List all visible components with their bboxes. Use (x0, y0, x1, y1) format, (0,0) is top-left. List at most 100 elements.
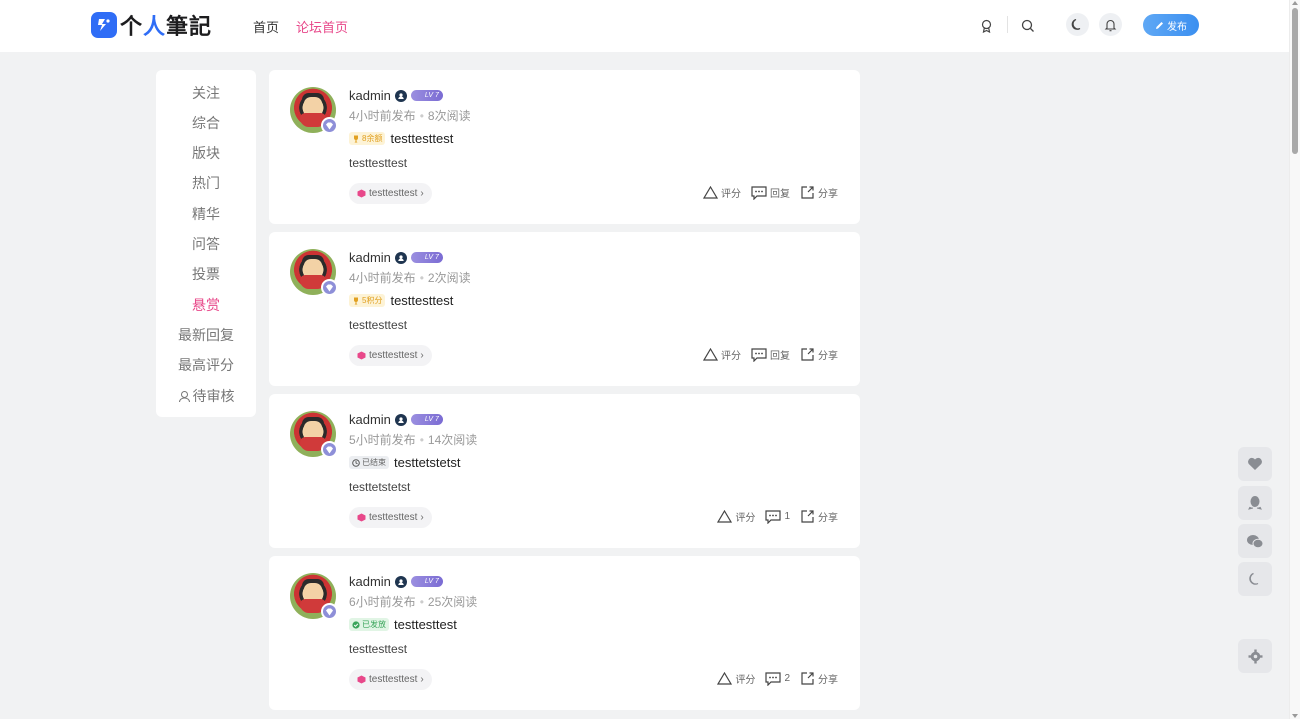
scroll-thumb[interactable] (1292, 8, 1298, 154)
sidebar-item-vote[interactable]: 投票 (156, 264, 256, 284)
publish-button[interactable]: 发布 (1143, 14, 1199, 36)
rate-button[interactable]: 评分 (717, 671, 755, 686)
post-title[interactable]: testtesttest (390, 293, 453, 308)
avatar[interactable] (290, 87, 338, 134)
triangle-icon (717, 672, 733, 685)
post-meta: 5小时前发布 • 14次阅读 (349, 433, 478, 447)
dark-mode-float-button[interactable] (1238, 562, 1272, 596)
wechat-float-button[interactable] (1238, 524, 1272, 558)
verified-user-icon (394, 575, 407, 588)
user-icon (178, 390, 190, 402)
cube-icon (357, 189, 366, 198)
page-scrollbar[interactable] (1289, 0, 1300, 719)
avatar[interactable] (290, 411, 338, 458)
cube-icon (357, 351, 366, 360)
sidebar-item-latest-reply[interactable]: 最新回复 (156, 325, 256, 345)
verified-user-icon (394, 251, 407, 264)
post-actions: 评分 1 分享 (717, 509, 838, 524)
post-card[interactable]: kadmin LV 7 6小时前发布 • 25次阅读 已发放 testtesttes… (269, 556, 860, 710)
reply-button[interactable]: 回复 (751, 185, 790, 200)
author-name[interactable]: kadmin (349, 574, 391, 589)
reply-button[interactable]: 回复 (751, 347, 790, 362)
gem-badge-icon (321, 279, 338, 296)
post-actions: 评分 回复 分享 (703, 185, 838, 200)
post-title[interactable]: testtesttest (390, 131, 453, 146)
level-badge: LV 7 (410, 252, 443, 263)
main-nav: 首页 论坛首页 (253, 17, 348, 36)
top-header: 个人筆記 首页 论坛首页 发布 (0, 0, 1289, 52)
share-button[interactable]: 分享 (800, 509, 838, 524)
sidebar-item-featured[interactable]: 精华 (156, 204, 256, 224)
pencil-icon (1156, 21, 1163, 29)
topic-chip[interactable]: testtesttest › (349, 345, 432, 366)
clock-icon (352, 458, 360, 467)
badge-icon[interactable] (975, 15, 997, 37)
cube-icon (357, 513, 366, 522)
search-icon[interactable] (1017, 15, 1039, 37)
settings-float-button[interactable] (1238, 639, 1272, 673)
sidebar-item-top-rated[interactable]: 最高评分 (156, 355, 256, 375)
share-button[interactable]: 分享 (800, 185, 838, 200)
bounty-tag: 5积分 (349, 294, 386, 307)
publish-label: 发布 (1167, 21, 1187, 33)
trophy-icon (354, 297, 358, 304)
reply-button[interactable]: 2 (765, 671, 790, 686)
bell-icon[interactable] (1099, 13, 1122, 36)
nav-forum-home[interactable]: 论坛首页 (296, 17, 348, 36)
gem-badge-icon (321, 441, 338, 458)
sidebar-item-sections[interactable]: 版块 (156, 143, 256, 163)
author-name[interactable]: kadmin (349, 88, 391, 103)
status-tag: 已结束 (349, 456, 389, 469)
settings-icon (1248, 649, 1262, 663)
sidebar-item-qa[interactable]: 问答 (156, 234, 256, 254)
qq-float-button[interactable] (1238, 486, 1272, 520)
post-card[interactable]: kadmin LV 7 4小时前发布 • 2次阅读 5积分 testtesttest… (269, 232, 860, 386)
post-excerpt: testtetstetst (349, 480, 411, 494)
scroll-down-arrow-icon[interactable] (1292, 714, 1298, 718)
reply-button[interactable]: 1 (765, 509, 790, 524)
rate-button[interactable]: 评分 (717, 509, 755, 524)
qq-icon (1248, 496, 1262, 510)
author-row: kadmin LV 7 (349, 412, 443, 427)
topic-chip[interactable]: testtesttest › (349, 507, 432, 528)
topic-chip[interactable]: testtesttest › (349, 183, 432, 204)
gem-badge-icon (321, 603, 338, 620)
post-title[interactable]: testtetstetst (394, 455, 460, 470)
rate-button[interactable]: 评分 (703, 185, 741, 200)
author-row: kadmin LV 7 (349, 88, 443, 103)
site-logo[interactable]: 个人筆記 (91, 12, 212, 40)
post-title-row: 已结束 testtetstetst (349, 455, 460, 470)
post-excerpt: testtesttest (349, 156, 408, 170)
sidebar-item-follow[interactable]: 关注 (156, 83, 256, 103)
level-badge: LV 7 (410, 90, 443, 101)
share-button[interactable]: 分享 (800, 347, 838, 362)
moon-icon (1249, 572, 1259, 585)
author-name[interactable]: kadmin (349, 250, 391, 265)
sidebar-item-pending[interactable]: 待审核 (156, 386, 256, 406)
level-badge: LV 7 (410, 414, 443, 425)
author-name[interactable]: kadmin (349, 412, 391, 427)
avatar[interactable] (290, 573, 338, 620)
share-icon (801, 510, 814, 523)
dark-mode-toggle-icon[interactable] (1066, 13, 1089, 36)
topic-chip[interactable]: testtesttest › (349, 669, 432, 690)
post-excerpt: testtesttest (349, 318, 408, 332)
post-excerpt: testtesttest (349, 642, 408, 656)
post-actions: 评分 2 分享 (717, 671, 838, 686)
share-icon (801, 672, 814, 685)
post-card[interactable]: kadmin LV 7 4小时前发布 • 8次阅读 8余额 testtesttest… (269, 70, 860, 224)
avatar[interactable] (290, 249, 338, 296)
post-meta: 6小时前发布 • 25次阅读 (349, 595, 478, 609)
rate-button[interactable]: 评分 (703, 347, 741, 362)
sidebar-item-hot[interactable]: 热门 (156, 173, 256, 193)
share-button[interactable]: 分享 (800, 671, 838, 686)
like-float-button[interactable] (1238, 447, 1272, 481)
comment-icon (765, 509, 782, 524)
sidebar-item-general[interactable]: 综合 (156, 113, 256, 133)
sidebar-item-bounty[interactable]: 悬赏 (156, 295, 256, 315)
scroll-up-arrow-icon[interactable] (1292, 1, 1298, 5)
nav-home[interactable]: 首页 (253, 17, 279, 36)
post-title[interactable]: testtesttest (394, 617, 457, 632)
verified-user-icon (394, 89, 407, 102)
post-card[interactable]: kadmin LV 7 5小时前发布 • 14次阅读 已结束 testtetstet… (269, 394, 860, 548)
